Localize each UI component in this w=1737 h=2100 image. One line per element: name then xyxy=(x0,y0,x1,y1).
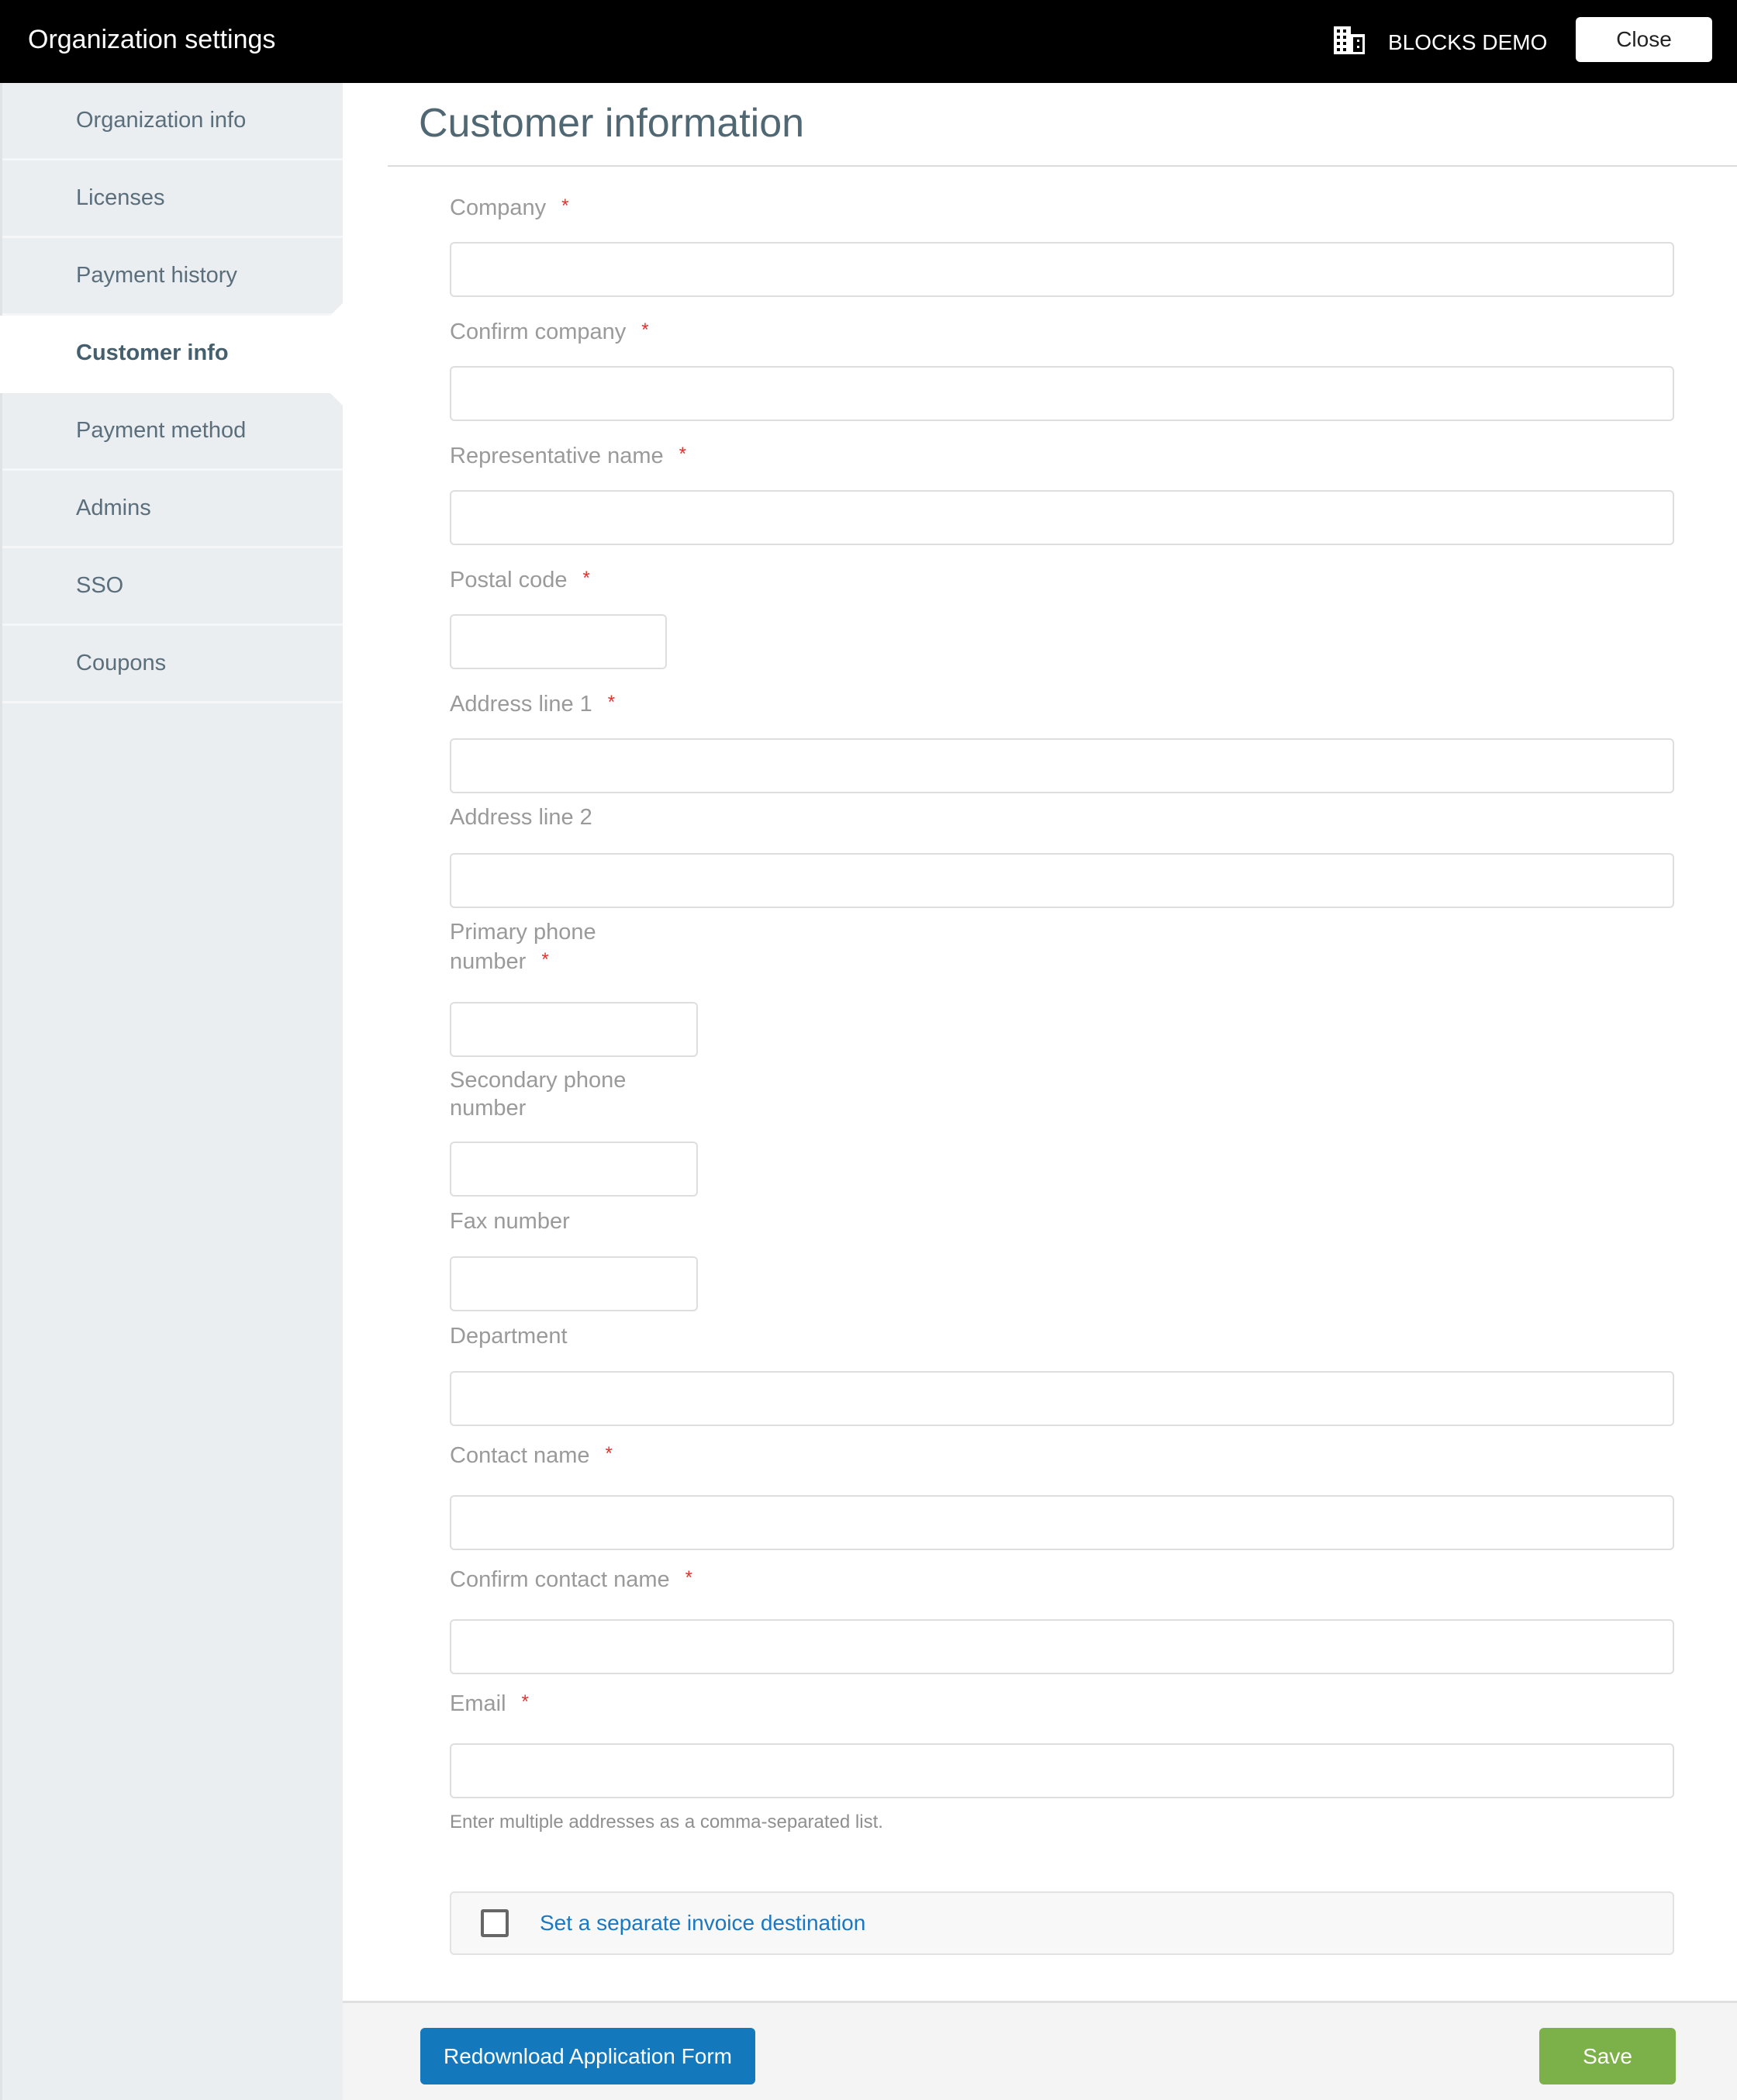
representative-name-label-text: Representative name xyxy=(450,444,664,468)
address-line-1-input[interactable] xyxy=(450,738,1674,793)
address-line-1-label-text: Address line 1 xyxy=(450,692,592,717)
required-marker: * xyxy=(582,568,590,589)
primary-phone-label-line1: Primary phone xyxy=(450,920,596,945)
organization-badge: BLOCKS DEMO xyxy=(1334,26,1547,58)
contact-name-label: Contact name * xyxy=(450,1440,613,1470)
sidebar-item-licenses[interactable]: Licenses xyxy=(2,161,343,238)
redownload-application-form-button[interactable]: Redownload Application Form xyxy=(420,2028,755,2084)
footer-bar: Redownload Application Form Save xyxy=(343,2001,1737,2100)
contact-name-label-text: Contact name xyxy=(450,1443,590,1468)
address-line-2-input[interactable] xyxy=(450,853,1674,908)
confirm-contact-name-input[interactable] xyxy=(450,1619,1674,1674)
primary-phone-input[interactable] xyxy=(450,1002,698,1057)
required-marker: * xyxy=(521,1691,529,1712)
required-marker: * xyxy=(561,195,569,216)
organization-name: BLOCKS DEMO xyxy=(1388,29,1548,54)
secondary-phone-label-line1: Secondary phone xyxy=(450,1068,627,1093)
fax-label: Fax number xyxy=(450,1209,570,1234)
primary-phone-label-line2: number xyxy=(450,949,527,974)
email-hint: Enter multiple addresses as a comma-sepa… xyxy=(450,1812,883,1832)
invoice-destination-checkbox[interactable] xyxy=(481,1909,509,1937)
department-input[interactable] xyxy=(450,1371,1674,1426)
email-label: Email * xyxy=(450,1688,529,1718)
confirm-company-label: Confirm company * xyxy=(450,316,649,346)
postal-code-input[interactable] xyxy=(450,614,667,669)
department-label: Department xyxy=(450,1324,568,1349)
required-marker: * xyxy=(685,1567,693,1588)
address-line-2-label: Address line 2 xyxy=(450,805,592,830)
required-marker: * xyxy=(605,1443,613,1464)
secondary-phone-label: Secondary phone number xyxy=(450,1066,626,1122)
sidebar-item-admins[interactable]: Admins xyxy=(2,471,343,548)
address-line-1-label: Address line 1 * xyxy=(450,689,615,718)
sidebar-item-payment-history[interactable]: Payment history xyxy=(2,238,343,316)
close-button[interactable]: Close xyxy=(1576,17,1712,62)
required-marker: * xyxy=(541,949,549,970)
company-label-text: Company xyxy=(450,195,547,220)
confirm-contact-name-label: Confirm contact name * xyxy=(450,1564,692,1594)
page-title: Customer information xyxy=(419,101,805,146)
app-title: Organization settings xyxy=(28,25,276,54)
fax-input[interactable] xyxy=(450,1256,698,1311)
sidebar-item-customer-info[interactable]: Customer info xyxy=(0,316,343,393)
invoice-destination-label[interactable]: Set a separate invoice destination xyxy=(540,1911,865,1936)
postal-code-label-text: Postal code xyxy=(450,568,568,592)
secondary-phone-input[interactable] xyxy=(450,1142,698,1197)
representative-name-input[interactable] xyxy=(450,490,1674,545)
invoice-destination-toggle[interactable]: Set a separate invoice destination xyxy=(450,1891,1674,1955)
required-marker: * xyxy=(679,444,686,465)
sidebar-item-coupons[interactable]: Coupons xyxy=(2,626,343,703)
company-input[interactable] xyxy=(450,242,1674,297)
representative-name-label: Representative name * xyxy=(450,440,686,470)
sidebar-item-organization-info[interactable]: Organization info xyxy=(2,83,343,161)
secondary-phone-label-line2: number xyxy=(450,1096,527,1121)
sidebar: Organization info Licenses Payment histo… xyxy=(0,83,343,2100)
title-divider xyxy=(388,165,1737,167)
confirm-company-label-text: Confirm company xyxy=(450,319,627,344)
sidebar-item-sso[interactable]: SSO xyxy=(2,548,343,626)
primary-phone-label: Primary phone number * xyxy=(450,918,596,976)
contact-name-input[interactable] xyxy=(450,1495,1674,1550)
required-marker: * xyxy=(607,692,616,713)
company-label: Company * xyxy=(450,192,568,222)
email-label-text: Email xyxy=(450,1691,506,1716)
confirm-company-input[interactable] xyxy=(450,366,1674,421)
required-marker: * xyxy=(641,319,649,340)
save-button[interactable]: Save xyxy=(1539,2028,1676,2084)
building-icon xyxy=(1334,26,1365,58)
top-bar: Organization settings BLOCKS DEMO Close xyxy=(0,0,1737,83)
sidebar-item-payment-method[interactable]: Payment method xyxy=(2,393,343,471)
postal-code-label: Postal code * xyxy=(450,565,590,594)
email-input[interactable] xyxy=(450,1743,1674,1798)
confirm-contact-name-label-text: Confirm contact name xyxy=(450,1567,670,1592)
main-content: Customer information Company * Confirm co… xyxy=(343,83,1737,2001)
